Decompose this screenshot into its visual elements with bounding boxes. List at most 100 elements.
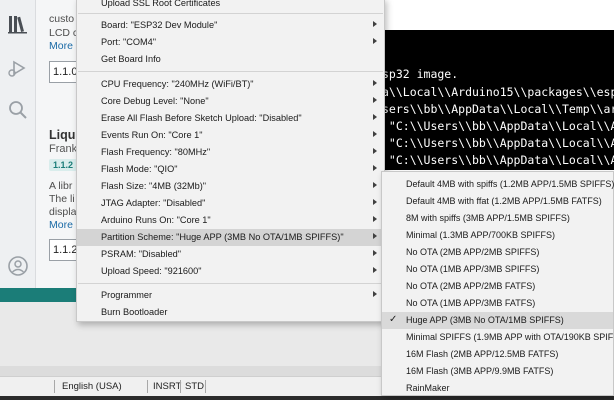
partition-option-label: RainMaker: [406, 383, 450, 393]
more-info-link[interactable]: More: [49, 40, 73, 52]
console-line: "C:\\Users\\bb\\AppData\\Local\\Ard: [382, 119, 614, 133]
menu-item-label: Upload Speed: "921600": [101, 266, 202, 276]
chevron-right-icon: [373, 148, 377, 154]
library-icon[interactable]: [6, 12, 30, 36]
menu-item-get-board-info[interactable]: Get Board Info: [77, 51, 384, 68]
menu-item-label: Flash Mode: "QIO": [101, 164, 178, 174]
chevron-right-icon: [373, 165, 377, 171]
chevron-right-icon: [373, 80, 377, 86]
status-divider: [54, 380, 55, 393]
menu-item-label: Board: "ESP32 Dev Module": [101, 20, 218, 30]
partition-option-label: No OTA (1MB APP/3MB SPIFFS): [406, 264, 540, 274]
menu-item-label: Events Run On: "Core 1": [101, 130, 203, 140]
menu-item-label: Programmer: [101, 290, 153, 300]
console-line: sp32 image.: [382, 67, 459, 81]
status-divider: [180, 380, 181, 393]
console-line: a\\Local\\Arduino15\\packages\\esp32: [382, 85, 614, 99]
menu-item-label: PSRAM: "Disabled": [101, 249, 182, 259]
partition-option-label: Minimal (1.3MB APP/700KB SPIFFS): [406, 230, 556, 240]
menu-item-arduino-runs-on[interactable]: Arduino Runs On: "Core 1": [77, 212, 384, 229]
tools-menu: Upload SSL Root Certificates Board: "ESP…: [76, 0, 385, 322]
output-console: sp32 image. a\\Local\\Arduino15\\package…: [382, 30, 614, 170]
menu-separator: [78, 13, 383, 14]
menu-item-programmer[interactable]: Programmer: [77, 287, 384, 304]
partition-option[interactable]: Default 4MB with ffat (1.2MB APP/1.5MB F…: [382, 193, 613, 210]
menu-item-label: CPU Frequency: "240MHz (WiFi/BT)": [101, 79, 254, 89]
std-indicator[interactable]: STD: [185, 381, 204, 392]
partition-option-label: No OTA (1MB APP/3MB FATFS): [406, 298, 536, 308]
menu-separator: [78, 71, 383, 72]
menu-item-burn-bootloader[interactable]: Burn Bootloader: [77, 304, 384, 321]
menu-item-flash-mode[interactable]: Flash Mode: "QIO": [77, 161, 384, 178]
partition-option[interactable]: No OTA (1MB APP/3MB SPIFFS): [382, 261, 613, 278]
console-line: "C:\\Users\\bb\\AppData\\Local\\Ard: [382, 153, 614, 167]
menu-item-label: Core Debug Level: "None": [101, 96, 209, 106]
console-line: sers\\bb\\AppData\\Local\\Temp\\ardu: [382, 102, 614, 116]
check-icon: ✓: [389, 314, 398, 325]
chevron-right-icon: [373, 38, 377, 44]
activity-bar: [0, 0, 36, 288]
console-line: "C:\\Users\\bb\\AppData\\Local\\Ard: [382, 136, 614, 150]
partition-option-selected[interactable]: ✓ Huge APP (3MB No OTA/1MB SPIFFS): [382, 312, 613, 329]
menu-item-label: Burn Bootloader: [101, 307, 168, 317]
partition-option[interactable]: No OTA (2MB APP/2MB SPIFFS): [382, 244, 613, 261]
menu-item-label: Partition Scheme: "Huge APP (3MB No OTA/…: [101, 232, 344, 242]
partition-option-label: Default 4MB with spiffs (1.2MB APP/1.5MB…: [406, 179, 614, 189]
insert-mode-indicator[interactable]: INSRT: [153, 381, 181, 392]
menu-item-label: Flash Frequency: "80MHz": [101, 147, 211, 157]
partition-option[interactable]: No OTA (2MB APP/2MB FATFS): [382, 278, 613, 295]
menu-item-flash-size[interactable]: Flash Size: "4MB (32Mb)": [77, 178, 384, 195]
partition-option-label: 8M with spiffs (3MB APP/1.5MB SPIFFS): [406, 213, 570, 223]
menu-item-board[interactable]: Board: "ESP32 Dev Module": [77, 17, 384, 34]
chevron-right-icon: [373, 21, 377, 27]
partition-option-label: No OTA (2MB APP/2MB SPIFFS): [406, 247, 540, 257]
menu-item-label: Flash Size: "4MB (32Mb)": [101, 181, 207, 191]
chevron-right-icon: [373, 216, 377, 222]
partition-option-label: 16M Flash (3MB APP/9.9MB FATFS): [406, 366, 554, 376]
menu-item-upload-speed[interactable]: Upload Speed: "921600": [77, 263, 384, 280]
partition-option[interactable]: Minimal (1.3MB APP/700KB SPIFFS): [382, 227, 613, 244]
menu-item-erase-flash[interactable]: Erase All Flash Before Sketch Upload: "D…: [77, 110, 384, 127]
partition-option[interactable]: No OTA (1MB APP/3MB FATFS): [382, 295, 613, 312]
partition-option-label: Default 4MB with ffat (1.2MB APP/1.5MB F…: [406, 196, 602, 206]
chevron-right-icon: [373, 233, 377, 239]
partition-option-label: Minimal SPIFFS (1.9MB APP with OTA/190KB…: [406, 332, 614, 342]
partition-option[interactable]: 16M Flash (2MB APP/12.5MB FATFS): [382, 346, 613, 363]
library-title: Liqu: [49, 128, 76, 142]
installed-version-badge: 1.1.2: [49, 159, 78, 171]
partition-option[interactable]: Minimal SPIFFS (1.9MB APP with OTA/190KB…: [382, 329, 614, 346]
menu-item-core-debug-level[interactable]: Core Debug Level: "None": [77, 93, 384, 110]
chevron-right-icon: [373, 131, 377, 137]
library-description: custo: [49, 13, 75, 25]
menu-item-port[interactable]: Port: "COM4": [77, 34, 384, 51]
chevron-right-icon: [373, 199, 377, 205]
status-divider: [205, 380, 206, 393]
menu-item-partition-scheme[interactable]: Partition Scheme: "Huge APP (3MB No OTA/…: [77, 229, 384, 246]
search-icon[interactable]: [6, 98, 30, 122]
menu-item-cpu-frequency[interactable]: CPU Frequency: "240MHz (WiFi/BT)": [77, 76, 384, 93]
menu-item-label: Get Board Info: [101, 54, 161, 64]
partition-option-label: No OTA (2MB APP/2MB FATFS): [406, 281, 536, 291]
partition-option[interactable]: Default 4MB with spiffs (1.2MB APP/1.5MB…: [382, 176, 614, 193]
more-info-link[interactable]: More: [49, 219, 73, 231]
menu-item-jtag-adapter[interactable]: JTAG Adapter: "Disabled": [77, 195, 384, 212]
library-description: A libr: [49, 180, 73, 192]
debug-icon[interactable]: [6, 56, 30, 80]
chevron-right-icon: [373, 250, 377, 256]
menu-separator: [78, 283, 383, 284]
menu-item-psram[interactable]: PSRAM: "Disabled": [77, 246, 384, 263]
library-description: LCD c: [49, 27, 79, 39]
menu-item-upload-ssl[interactable]: Upload SSL Root Certificates: [77, 0, 384, 12]
partition-option[interactable]: RainMaker: [382, 380, 613, 397]
account-icon[interactable]: [6, 254, 30, 278]
menu-item-events-run-on[interactable]: Events Run On: "Core 1": [77, 127, 384, 144]
partition-option-label: 16M Flash (2MB APP/12.5MB FATFS): [406, 349, 559, 359]
language-indicator[interactable]: English (USA): [62, 381, 122, 392]
menu-item-label: JTAG Adapter: "Disabled": [101, 198, 206, 208]
menu-item-flash-frequency[interactable]: Flash Frequency: "80MHz": [77, 144, 384, 161]
chevron-right-icon: [373, 97, 377, 103]
chevron-right-icon: [373, 182, 377, 188]
chevron-right-icon: [373, 267, 377, 273]
partition-option[interactable]: 8M with spiffs (3MB APP/1.5MB SPIFFS): [382, 210, 613, 227]
partition-option[interactable]: 16M Flash (3MB APP/9.9MB FATFS): [382, 363, 613, 380]
